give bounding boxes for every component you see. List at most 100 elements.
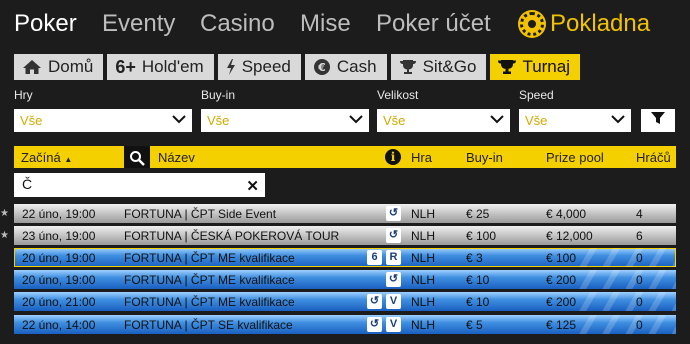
coin-icon xyxy=(520,12,544,36)
row-name: FORTUNA | ČPT ME kvalifikace xyxy=(124,273,295,287)
top-navigation: Poker Eventy Casino Mise Poker účet Pokl… xyxy=(0,0,690,48)
tab-cash[interactable]: € Cash xyxy=(304,54,387,80)
table-header: Začíná ▲ Název i Hra Buy-in Prize pool H… xyxy=(14,146,676,168)
favorite-star-icon[interactable]: ★ xyxy=(0,208,9,219)
trophy-icon xyxy=(399,59,417,75)
search-value: Č xyxy=(22,176,33,192)
rebuy-icon: ↺ xyxy=(386,228,401,243)
row-game: NLH xyxy=(411,207,436,221)
row-start-time: 22 úno, 19:00 xyxy=(22,207,96,221)
header-start[interactable]: Začíná ▲ xyxy=(21,150,72,165)
six-max-badge: 6 xyxy=(367,250,382,265)
rebuy-icon: ↺ xyxy=(367,294,382,309)
cup-icon xyxy=(498,59,517,75)
header-prize[interactable]: Prize pool xyxy=(546,150,604,165)
rebuy-icon: ↺ xyxy=(367,317,382,332)
tab-tournament[interactable]: Turnaj xyxy=(490,54,580,80)
filter-label-hry: Hry xyxy=(14,88,33,102)
filter-label-speed: Speed xyxy=(519,88,554,102)
filter-buyin-select[interactable]: Vše xyxy=(201,109,369,132)
header-game[interactable]: Hra xyxy=(411,150,432,165)
filter-hry-select[interactable]: Vše xyxy=(14,109,192,132)
filter-label-velikost: Velikost xyxy=(377,88,419,102)
row-game: NLH xyxy=(411,229,436,243)
tab-label: Cash xyxy=(336,57,377,76)
nav-poker-account[interactable]: Poker účet xyxy=(376,10,491,38)
rebuy-icon: ↺ xyxy=(386,206,401,221)
tab-label: Hold'em xyxy=(141,57,204,76)
search-toggle-button[interactable] xyxy=(124,146,150,168)
nav-eventy[interactable]: Eventy xyxy=(102,10,175,38)
table-row[interactable]: 20 úno, 19:00 FORTUNA | ČPT ME kvalifikac… xyxy=(14,248,676,267)
filter-label-buyin: Buy-in xyxy=(201,88,236,102)
row-players: 0 xyxy=(636,273,643,287)
row-buyin: € 10 xyxy=(466,295,490,309)
v-badge: V xyxy=(386,294,401,309)
favorite-star-icon[interactable]: ★ xyxy=(0,230,9,241)
nav-cashier[interactable]: Pokladna xyxy=(520,10,650,38)
tab-home[interactable]: Domů xyxy=(14,54,104,80)
row-buyin: € 10 xyxy=(466,273,490,287)
header-buyin[interactable]: Buy-in xyxy=(466,150,503,165)
clear-search-icon[interactable]: ✕ xyxy=(246,177,259,195)
filter-button[interactable] xyxy=(641,109,675,132)
row-decoration xyxy=(574,292,676,311)
svg-text:€: € xyxy=(317,61,326,74)
tab-sitgo[interactable]: Sit&Go xyxy=(390,54,487,80)
row-start-time: 20 úno, 19:00 xyxy=(22,273,96,287)
row-start-time: 22 úno, 14:00 xyxy=(22,318,96,332)
row-prize: € 200 xyxy=(546,273,577,287)
tab-holdem[interactable]: 6+ Hold'em xyxy=(107,54,214,80)
cashier-label: Pokladna xyxy=(550,10,651,37)
filter-speed-select[interactable]: Vše xyxy=(519,109,631,132)
row-name: FORTUNA | ČPT ME kvalifikace xyxy=(124,251,295,265)
table-row[interactable]: 22 úno, 19:00 FORTUNA | ČPT Side Event NLH… xyxy=(14,204,676,223)
row-buyin: € 25 xyxy=(466,207,490,221)
chevron-down-icon xyxy=(172,113,186,128)
row-players: 4 xyxy=(636,207,643,221)
v-badge: V xyxy=(386,317,401,332)
row-buyin: € 3 xyxy=(466,251,483,265)
sort-up-icon: ▲ xyxy=(64,155,73,164)
row-game: NLH xyxy=(411,251,436,265)
table-row[interactable]: 20 úno, 21:00 FORTUNA | ČPT ME kvalifikac… xyxy=(14,292,676,311)
table-row[interactable]: 20 úno, 19:00 FORTUNA | ČPT ME kvalifikac… xyxy=(14,270,676,289)
row-start-time: 20 úno, 21:00 xyxy=(22,295,96,309)
row-game: NLH xyxy=(411,273,436,287)
row-name: FORTUNA | ČPT ME kvalifikace xyxy=(124,295,295,309)
funnel-icon xyxy=(650,110,666,131)
row-players: 0 xyxy=(636,295,643,309)
row-start-time: 20 úno, 19:00 xyxy=(22,251,96,265)
select-value: Vše xyxy=(207,113,230,128)
row-prize: € 12,000 xyxy=(546,229,593,243)
row-prize: € 4,000 xyxy=(546,207,587,221)
row-game: NLH xyxy=(411,318,436,332)
row-players: 6 xyxy=(636,229,643,243)
row-decoration xyxy=(574,248,676,267)
info-icon[interactable]: i xyxy=(385,149,401,165)
name-search-input[interactable]: Č ✕ xyxy=(14,173,265,197)
game-tabs: Domů 6+ Hold'em Speed € Cash Sit&Go Turn… xyxy=(14,54,580,80)
tab-label: Domů xyxy=(48,57,94,76)
select-value: Vše xyxy=(20,113,43,128)
rebuy-icon: ↺ xyxy=(386,272,401,287)
tab-label: Speed xyxy=(241,57,291,76)
home-icon xyxy=(22,59,42,75)
filter-velikost-select[interactable]: Vše xyxy=(377,109,510,132)
tab-label: Turnaj xyxy=(522,57,570,76)
table-row[interactable]: 23 úno, 19:00 FORTUNA | ČESKÁ POKEROVÁ TO… xyxy=(14,226,676,245)
header-players[interactable]: Hráčů xyxy=(636,150,671,165)
nav-casino[interactable]: Casino xyxy=(200,10,275,38)
nav-mise[interactable]: Mise xyxy=(300,10,351,38)
tab-speed[interactable]: Speed xyxy=(217,54,301,80)
search-icon xyxy=(129,150,145,169)
r-badge: R xyxy=(386,250,401,265)
row-buyin: € 5 xyxy=(466,318,483,332)
select-value: Vše xyxy=(383,113,406,128)
euro-coin-icon: € xyxy=(313,58,331,76)
row-prize: € 100 xyxy=(546,251,577,265)
header-name[interactable]: Název xyxy=(158,150,195,165)
chevron-down-icon xyxy=(611,113,625,128)
nav-poker[interactable]: Poker xyxy=(14,10,77,38)
table-row[interactable]: 22 úno, 14:00 FORTUNA | ČPT SE kvalifikac… xyxy=(14,315,676,334)
